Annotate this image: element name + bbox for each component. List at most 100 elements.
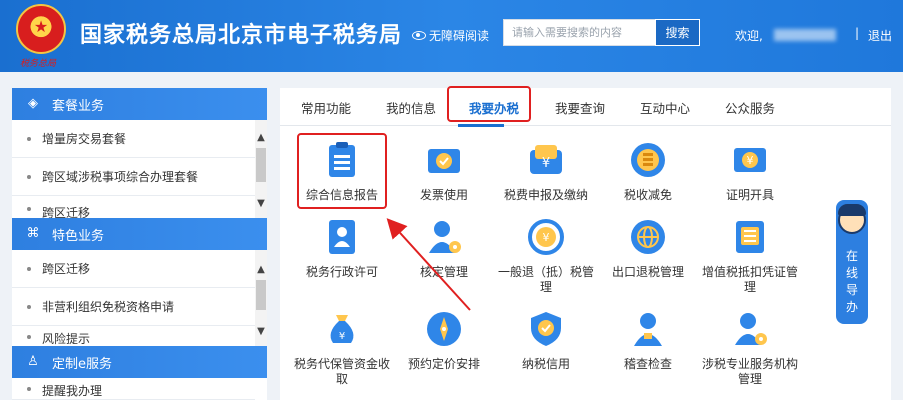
tab-do-tax[interactable]: 我要办税 xyxy=(469,98,519,117)
tile-label: 涉税专业服务机构管理 xyxy=(701,357,798,386)
tile-label: 综合信息报告 xyxy=(305,188,378,202)
tile-tax-credit[interactable]: 纳税信用 xyxy=(496,309,596,372)
tile-admin-license[interactable]: 税务行政许可 xyxy=(292,217,392,280)
tile-label: 核定管理 xyxy=(419,265,468,279)
tile-label: 税收减免 xyxy=(623,188,672,202)
yuan-cycle-icon: ¥ xyxy=(526,217,566,257)
user-gear-icon xyxy=(424,217,464,257)
svg-text:¥: ¥ xyxy=(339,331,345,342)
invoice-check-icon xyxy=(424,140,464,180)
welcome-text: 欢迎, xyxy=(735,29,763,43)
scroll-thumb[interactable] xyxy=(256,148,266,182)
scroll-up-icon[interactable]: ▲ xyxy=(255,132,267,144)
sidebar-item[interactable]: 提醒我办理 xyxy=(12,378,255,400)
tile-vat-voucher[interactable]: 增值税抵扣凭证管理 xyxy=(700,217,800,295)
sidebar-item[interactable]: 增量房交易套餐 xyxy=(12,120,255,158)
tile-label: 预约定价安排 xyxy=(407,357,480,371)
sidebar: ◈ 套餐业务 增量房交易套餐 跨区域涉税事项综合办理套餐 跨区迁移 ▲ ▼ ⌘ … xyxy=(12,88,267,400)
tile-tax-relief[interactable]: 税收减免 xyxy=(598,140,698,203)
tile-label: 税务代保管资金收取 xyxy=(293,357,390,386)
tile-refund-mgmt[interactable]: ¥ 一般退（抵）税管理 xyxy=(496,217,596,295)
yuan-wallet-icon: ¥ xyxy=(526,140,566,180)
inspector-icon xyxy=(628,309,668,349)
sidebar-item[interactable]: 风险提示 xyxy=(12,326,255,348)
guide-char: 线 xyxy=(845,266,858,280)
online-guide-widget[interactable]: 在 线 导 办 xyxy=(836,200,868,324)
scroll-up-icon[interactable]: ▲ xyxy=(255,264,267,276)
tile-assessment-mgmt[interactable]: 核定管理 xyxy=(394,217,494,280)
search-button[interactable]: 搜索 xyxy=(655,19,700,46)
active-tab-indicator xyxy=(458,124,504,127)
coin-stack-icon xyxy=(628,140,668,180)
user-icon: ♙ xyxy=(27,354,39,369)
scrollbar[interactable]: ▲ ▼ xyxy=(255,250,267,348)
tile-label: 发票使用 xyxy=(419,188,468,202)
tab-public-service[interactable]: 公众服务 xyxy=(725,98,775,117)
scroll-down-icon[interactable]: ▼ xyxy=(255,326,267,338)
tile-export-refund[interactable]: 出口退税管理 xyxy=(598,217,698,280)
tile-label: 税费申报及缴纳 xyxy=(503,188,588,202)
tile-tax-agency-mgmt[interactable]: 涉税专业服务机构管理 xyxy=(700,309,800,387)
guide-char: 办 xyxy=(845,300,858,314)
shield-check-icon xyxy=(526,309,566,349)
tile-certificate[interactable]: ¥ 证明开具 xyxy=(700,140,800,203)
tab-query[interactable]: 我要查询 xyxy=(555,98,605,117)
compass-icon xyxy=(424,309,464,349)
scroll-thumb[interactable] xyxy=(256,280,266,310)
section-title: 特色业务 xyxy=(52,228,105,244)
sidebar-section-packages[interactable]: ◈ 套餐业务 xyxy=(12,88,267,120)
yuan-ticket-icon: ¥ xyxy=(730,140,770,180)
tile-label: 出口退税管理 xyxy=(611,265,684,279)
tab-common[interactable]: 常用功能 xyxy=(301,98,351,117)
sidebar-section-custom[interactable]: ♙ 定制e服务 xyxy=(12,346,267,378)
scrollbar[interactable]: ▲ ▼ xyxy=(255,120,267,222)
tile-pricing-arrangement[interactable]: 预约定价安排 xyxy=(394,309,494,372)
tile-label: 证明开具 xyxy=(725,188,774,202)
username-redacted xyxy=(774,29,836,41)
tab-my-info[interactable]: 我的信息 xyxy=(386,98,436,117)
site-title: 国家税务总局北京市电子税务局 xyxy=(80,23,403,48)
tile-invoice-use[interactable]: 发票使用 xyxy=(394,140,494,203)
svg-text:¥: ¥ xyxy=(542,156,550,171)
top-header: ★ 税务总局 国家税务总局北京市电子税务局 无障碍阅读 搜索 欢迎, | 退出 xyxy=(0,0,903,72)
guide-text: 在 线 导 办 xyxy=(836,248,868,316)
tile-label: 税务行政许可 xyxy=(305,265,378,279)
seal-text: 税务总局 xyxy=(20,59,57,69)
sidebar-item[interactable]: 非营利组织免税资格申请 xyxy=(12,288,255,326)
tile-label: 纳税信用 xyxy=(521,357,570,371)
guide-char: 导 xyxy=(845,283,858,297)
sidebar-item[interactable]: 跨区域涉税事项综合办理套餐 xyxy=(12,158,255,196)
svg-text:¥: ¥ xyxy=(747,154,754,167)
tab-interaction[interactable]: 互动中心 xyxy=(640,98,690,117)
section-title: 定制e服务 xyxy=(52,356,112,372)
accessible-reading-label: 无障碍阅读 xyxy=(429,29,490,43)
eye-icon xyxy=(412,31,426,40)
money-bag-icon: ¥ xyxy=(322,309,362,349)
guide-char: 在 xyxy=(845,249,858,263)
tile-label: 一般退（抵）税管理 xyxy=(497,265,594,294)
sidebar-section-featured[interactable]: ⌘ 特色业务 xyxy=(12,218,267,250)
tile-label: 增值税抵扣凭证管理 xyxy=(701,265,798,294)
clipboard-icon xyxy=(322,140,362,180)
tile-audit-inspection[interactable]: 稽查检查 xyxy=(598,309,698,372)
globe-icon xyxy=(628,217,668,257)
tile-declare-pay[interactable]: ¥ 税费申报及缴纳 xyxy=(496,140,596,203)
scroll-down-icon[interactable]: ▼ xyxy=(255,198,267,210)
logout-link[interactable]: 退出 xyxy=(868,27,892,44)
service-avatar-icon xyxy=(838,204,866,234)
tile-label: 稽查检查 xyxy=(623,357,672,371)
tile-comprehensive-report[interactable]: 综合信息报告 xyxy=(292,140,392,203)
tax-emblem-logo: ★ xyxy=(16,4,66,54)
id-card-icon xyxy=(322,217,362,257)
header-divider: | xyxy=(855,26,860,40)
voucher-icon xyxy=(730,217,770,257)
main-panel: 常用功能 我的信息 我要办税 我要查询 互动中心 公众服务 综合信息报告 发票使… xyxy=(280,86,891,400)
accessible-reading-link[interactable]: 无障碍阅读 xyxy=(412,27,489,44)
svg-text:¥: ¥ xyxy=(543,231,550,244)
tab-bar: 常用功能 我的信息 我要办税 我要查询 互动中心 公众服务 xyxy=(280,88,891,127)
tile-custody-funds[interactable]: ¥ 税务代保管资金收取 xyxy=(292,309,392,387)
clover-icon: ⌘ xyxy=(26,226,40,241)
sidebar-item[interactable]: 跨区迁移 xyxy=(12,250,255,288)
section-title: 套餐业务 xyxy=(52,98,105,114)
search-input[interactable] xyxy=(503,19,655,46)
